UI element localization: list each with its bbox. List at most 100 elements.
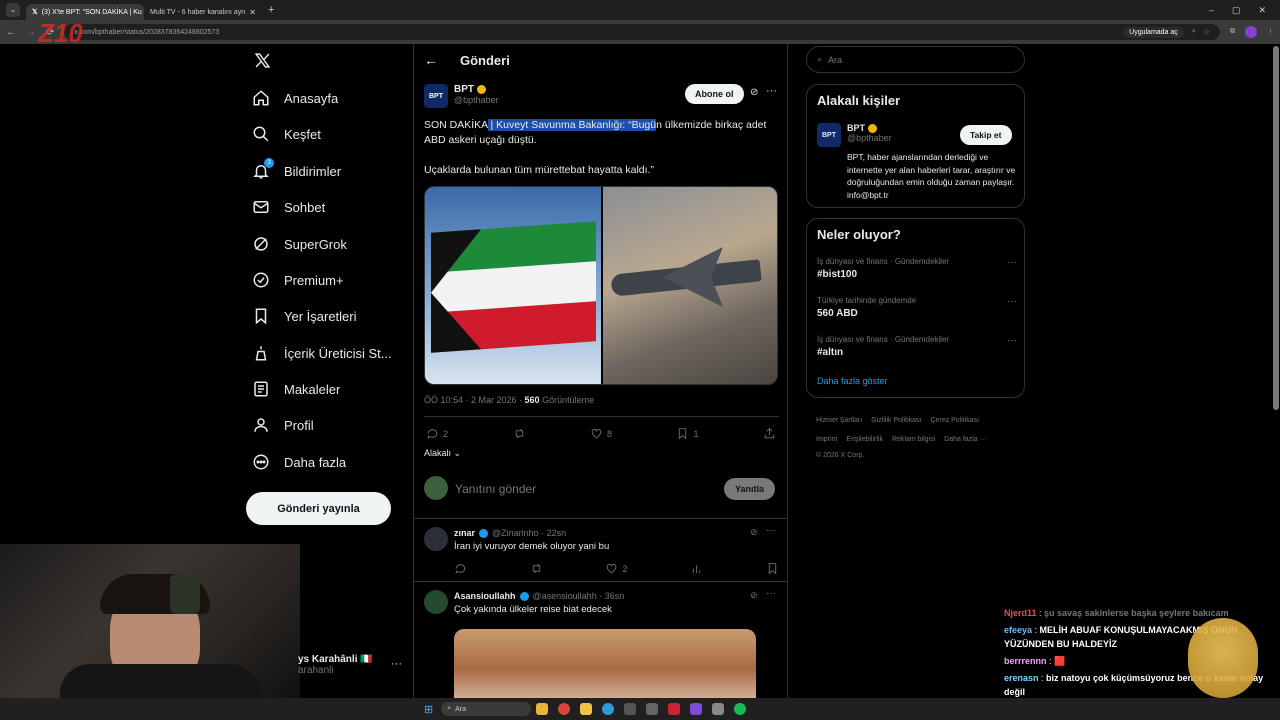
like-action[interactable]: 8 bbox=[590, 427, 612, 440]
page-scrollbar[interactable] bbox=[1273, 46, 1279, 410]
profile-avatar-icon[interactable] bbox=[1245, 26, 1257, 38]
trend-item[interactable]: İş dünyası ve finans · Gündemdekiler #bis… bbox=[817, 257, 1017, 280]
nav-item-home[interactable]: Anasayfa bbox=[252, 87, 338, 109]
tab-menu-icon[interactable]: ⌄ bbox=[6, 3, 20, 17]
account-switcher[interactable]: ys Karahânli 🇮🇹 arahanli ··· bbox=[298, 654, 408, 676]
edge-icon[interactable] bbox=[602, 703, 615, 715]
reply-media[interactable] bbox=[454, 629, 756, 700]
nav-item-article[interactable]: Makaleler bbox=[252, 378, 340, 400]
forward-icon[interactable]: → bbox=[26, 27, 36, 38]
like-action[interactable]: 2 bbox=[605, 562, 627, 575]
taskbar-search[interactable]: ⌕ Ara bbox=[441, 702, 532, 716]
more-dots-icon[interactable]: ··· bbox=[766, 85, 777, 97]
author-avatar[interactable]: BPT bbox=[424, 84, 448, 108]
footer-link[interactable]: Reklam bilgisi bbox=[892, 436, 935, 443]
nav-item-search[interactable]: Keşfet bbox=[252, 123, 321, 145]
nav-item-bookmark[interactable]: Yer İşaretleri bbox=[252, 305, 357, 327]
footer-link[interactable]: Daha fazla ··· bbox=[944, 436, 986, 443]
chat-username[interactable]: berrrennn bbox=[1004, 656, 1047, 666]
related-account[interactable]: BPT @bpthaber bbox=[847, 123, 892, 143]
more-dots-icon[interactable]: ··· bbox=[766, 525, 776, 536]
extensions-icon[interactable]: ⧉ bbox=[1230, 28, 1235, 36]
bookmark-action[interactable] bbox=[766, 562, 779, 575]
nav-item-mail[interactable]: Sohbet bbox=[252, 196, 325, 218]
footer-link[interactable]: Imprint bbox=[816, 436, 837, 443]
grok-icon[interactable]: ⊘ bbox=[750, 590, 758, 601]
streamer-shirt bbox=[60, 664, 260, 700]
chat-message: Njerd11 : şu savaş sakinlerse başka şeyl… bbox=[1004, 608, 1229, 618]
nav-item-creator[interactable]: İçerik Üreticisi St... bbox=[252, 342, 392, 364]
nav-item-grok[interactable]: SuperGrok bbox=[252, 233, 347, 255]
tab-multitv[interactable]: Multi TV - 6 haber kanalını ayn ✕ bbox=[144, 4, 262, 20]
reply-action[interactable] bbox=[454, 562, 467, 575]
nav-item-bell[interactable]: 3 Bildirimler bbox=[252, 158, 341, 182]
chrome-icon[interactable] bbox=[558, 703, 571, 715]
reply-actions: 2 bbox=[454, 562, 779, 575]
nav-item-profile[interactable]: Profil bbox=[252, 414, 314, 436]
subscribe-button[interactable]: Abone ol bbox=[685, 84, 744, 104]
trend-item[interactable]: İş dünyası ve finans · Gündemdekiler #alt… bbox=[817, 335, 1017, 358]
zoom-icon[interactable]: ⌕ bbox=[1192, 28, 1196, 36]
nav-item-verified[interactable]: Premium+ bbox=[252, 269, 344, 291]
footer-link[interactable]: Erişilebilirlik bbox=[846, 436, 883, 443]
more-dots-icon[interactable]: ··· bbox=[766, 588, 776, 599]
files-icon[interactable] bbox=[536, 703, 549, 715]
chat-username[interactable]: Njerd11 bbox=[1004, 608, 1037, 618]
app-icon[interactable] bbox=[646, 703, 659, 715]
app-icon[interactable] bbox=[668, 703, 681, 715]
bookmark-star-icon[interactable]: ☆ bbox=[1204, 28, 1210, 36]
grok-icon[interactable]: ⊘ bbox=[750, 87, 758, 98]
url-field[interactable]: x.com/bpthaber/status/202837835424880257… bbox=[64, 24, 1220, 40]
app-icon[interactable] bbox=[712, 703, 725, 715]
repost-action[interactable] bbox=[513, 427, 526, 440]
show-more-link[interactable]: Daha fazla göster bbox=[817, 376, 888, 386]
nav-item-label: Makaleler bbox=[284, 381, 341, 397]
chat-username[interactable]: erenasn bbox=[1004, 673, 1039, 683]
reply-item[interactable]: zınar @Zinarinho · 22sn İran iyi vuruyor… bbox=[414, 519, 787, 581]
repost-action[interactable] bbox=[530, 562, 543, 575]
nav-item-more-circle[interactable]: Daha fazla bbox=[252, 451, 346, 473]
new-tab-button[interactable]: + bbox=[268, 4, 274, 16]
trend-item[interactable]: Türkiye tarihinde gündemde 560 ABD ··· bbox=[817, 296, 1017, 319]
more-dots-icon[interactable]: ··· bbox=[1007, 335, 1017, 346]
back-arrow-icon[interactable]: ← bbox=[424, 52, 438, 68]
views-action[interactable] bbox=[690, 562, 703, 575]
search-box[interactable]: ⌕ Ara bbox=[806, 46, 1025, 73]
more-dots-icon[interactable]: ··· bbox=[1007, 257, 1017, 268]
browser-menu-icon[interactable]: ⋮ bbox=[1267, 28, 1274, 36]
x-logo-icon[interactable] bbox=[254, 52, 271, 74]
close-tab-icon[interactable]: ✕ bbox=[249, 8, 256, 17]
bookmark-action[interactable]: 1 bbox=[676, 427, 699, 440]
app-icon[interactable] bbox=[690, 703, 703, 715]
footer-link[interactable]: Çerez Politikası bbox=[930, 417, 979, 424]
maximize-icon[interactable]: ▢ bbox=[1232, 5, 1241, 16]
reply-item[interactable]: Asansioullahh @asensioullahh · 36sn Çok … bbox=[414, 582, 787, 700]
more-dots-icon[interactable]: ··· bbox=[391, 658, 402, 670]
reply-input[interactable]: Yanıtını gönder bbox=[455, 482, 536, 496]
nav-item-label: SuperGrok bbox=[284, 236, 347, 252]
store-icon[interactable] bbox=[624, 703, 637, 715]
follow-button[interactable]: Takip et bbox=[960, 125, 1012, 145]
spotify-icon[interactable] bbox=[734, 703, 747, 715]
open-in-app-button[interactable]: Uygulamada aç bbox=[1123, 26, 1184, 38]
footer-link[interactable]: Gizlilik Politikası bbox=[871, 417, 921, 424]
reply-button[interactable]: Yanıtla bbox=[724, 478, 776, 500]
profile-icon bbox=[252, 416, 270, 434]
folder-icon[interactable] bbox=[580, 703, 593, 715]
author-info[interactable]: BPT @bpthaber bbox=[454, 84, 499, 105]
back-icon[interactable]: ← bbox=[6, 27, 16, 38]
minimize-icon[interactable]: – bbox=[1209, 5, 1214, 16]
chat-username[interactable]: efeeya bbox=[1004, 625, 1032, 635]
relevant-sort[interactable]: Alakalı ⌄ bbox=[424, 448, 461, 459]
more-dots-icon[interactable]: ··· bbox=[1007, 296, 1017, 307]
share-action[interactable] bbox=[763, 427, 776, 440]
post-media[interactable] bbox=[424, 186, 778, 385]
close-window-icon[interactable]: ✕ bbox=[1258, 5, 1266, 16]
reply-action[interactable]: 2 bbox=[426, 427, 448, 440]
post-button[interactable]: Gönderi yayınla bbox=[246, 492, 391, 525]
windows-start-icon[interactable]: ⊞ bbox=[424, 703, 433, 716]
footer-link[interactable]: Hizmet Şartları bbox=[816, 417, 862, 424]
nav-item-label: Keşfet bbox=[284, 126, 321, 142]
grok-icon[interactable]: ⊘ bbox=[750, 527, 758, 538]
bpt-avatar[interactable]: BPT bbox=[817, 123, 841, 147]
